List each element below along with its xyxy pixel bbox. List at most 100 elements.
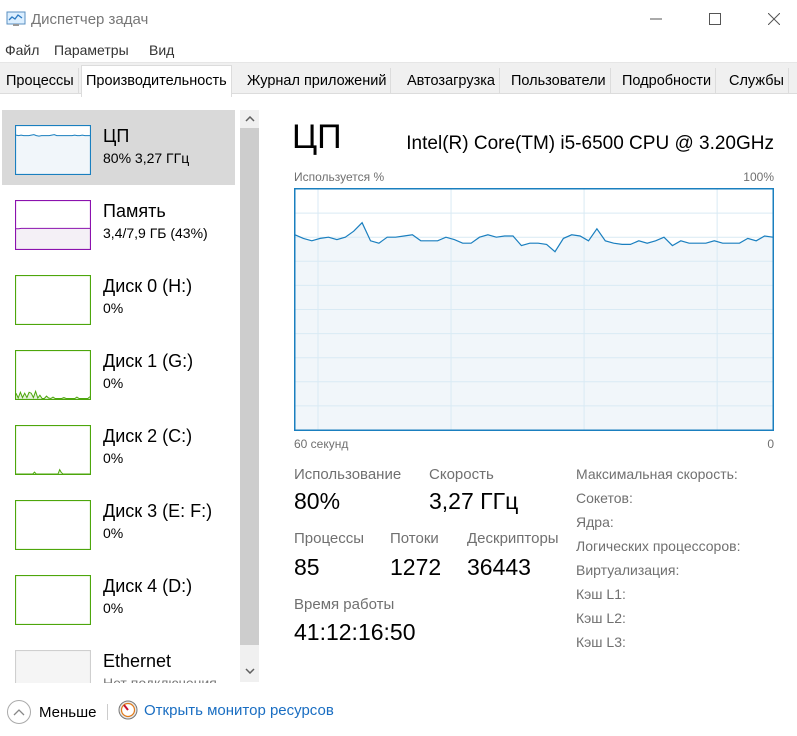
sidebar-scrollbar[interactable] xyxy=(240,110,259,682)
open-resource-monitor-link[interactable]: Открыть монитор ресурсов xyxy=(118,700,334,720)
task-manager-icon xyxy=(6,11,26,26)
sidebar-item-value: 0% xyxy=(103,525,124,541)
fewer-details-label: Меньше xyxy=(39,703,97,721)
mini-graph-bg xyxy=(15,575,91,625)
sidebar-item-value: 80% 3,27 ГГц xyxy=(103,150,190,166)
tab-services[interactable]: Службы xyxy=(725,68,789,94)
mini-graph-bg xyxy=(15,275,91,325)
spec-virtualization: Виртуализация: xyxy=(576,562,680,578)
chart-x-label: 60 секунд xyxy=(294,437,349,451)
disk1-mini-graph xyxy=(15,350,91,400)
speed-value: 3,27 ГГц xyxy=(429,488,519,514)
tab-bar: Процессы Производительность Журнал прило… xyxy=(0,62,797,97)
window-title: Диспетчер задач xyxy=(31,11,149,28)
handles-value: 36443 xyxy=(467,554,531,580)
disk3-mini-graph xyxy=(15,500,91,550)
sidebar-item-disk-4[interactable]: Диск 4 (D:) 0% xyxy=(2,560,235,635)
menu-file[interactable]: Файл xyxy=(5,42,39,58)
spec-cache-l3: Кэш L3: xyxy=(576,634,626,650)
cpu-usage-chart xyxy=(294,188,774,431)
maximize-button[interactable] xyxy=(692,0,738,38)
scroll-up-arrow[interactable] xyxy=(240,110,259,128)
spec-max-speed: Максимальная скорость: xyxy=(576,466,738,482)
sidebar-item-ethernet[interactable]: Ethernet Нет подключения xyxy=(2,635,235,683)
sidebar-item-label: Память xyxy=(103,201,166,221)
tab-processes[interactable]: Процессы xyxy=(2,68,79,94)
footer-divider xyxy=(107,704,108,720)
sidebar-item-disk-1[interactable]: Диск 1 (G:) 0% xyxy=(2,335,235,410)
tab-app-history[interactable]: Журнал приложений xyxy=(243,68,392,94)
chart-y-label: Используется % xyxy=(294,170,385,184)
page-title: ЦП xyxy=(292,118,342,156)
sidebar-item-value: Нет подключения xyxy=(103,675,217,683)
speed-label: Скорость xyxy=(429,466,494,483)
disk0-mini-graph xyxy=(15,275,91,325)
threads-label: Потоки xyxy=(390,530,439,547)
cpu-mini-graph xyxy=(15,125,91,175)
sidebar-item-cpu[interactable]: ЦП 80% 3,27 ГГц xyxy=(2,110,235,185)
spec-sockets: Сокетов: xyxy=(576,490,633,506)
sidebar-item-memory[interactable]: Память 3,4/7,9 ГБ (43%) xyxy=(2,185,235,260)
sidebar-item-label: Диск 0 (H:) xyxy=(103,276,193,296)
mini-graph-bg xyxy=(15,350,91,400)
spec-cores: Ядра: xyxy=(576,514,614,530)
ethernet-mini-graph xyxy=(15,650,91,683)
chevron-down-icon xyxy=(244,668,255,674)
sidebar-item-label: Диск 2 (C:) xyxy=(103,426,193,446)
open-resource-monitor-label: Открыть монитор ресурсов xyxy=(144,701,334,719)
chevron-up-icon xyxy=(244,116,255,122)
resource-sidebar: ЦП 80% 3,27 ГГц Память 3,4/7,9 ГБ (43%) … xyxy=(0,105,240,683)
memory-mini-graph xyxy=(15,200,91,250)
minimize-icon xyxy=(650,18,662,20)
cpu-usage-area xyxy=(295,222,773,430)
uptime-value: 41:12:16:50 xyxy=(294,619,416,645)
menu-options[interactable]: Параметры xyxy=(54,42,129,58)
mini-graph-bg xyxy=(15,500,91,550)
sidebar-item-value: 0% xyxy=(103,375,124,391)
tab-startup[interactable]: Автозагрузка xyxy=(403,68,500,94)
sidebar-item-value: 0% xyxy=(103,600,124,616)
spec-logical-processors: Логических процессоров: xyxy=(576,538,741,554)
sidebar-item-disk-2[interactable]: Диск 2 (C:) 0% xyxy=(2,410,235,485)
usage-value: 80% xyxy=(294,488,341,514)
chevron-up-circle-icon xyxy=(7,700,31,724)
mini-graph-area xyxy=(16,228,90,249)
sidebar-item-label: Диск 4 (D:) xyxy=(103,576,193,596)
mini-graph-area xyxy=(16,134,90,174)
tab-details[interactable]: Подробности xyxy=(618,68,717,94)
chart-y-max-label: 100% xyxy=(743,170,774,184)
scroll-down-arrow[interactable] xyxy=(240,662,259,680)
sidebar-item-label: Диск 3 (E: F:) xyxy=(103,501,213,521)
spec-cache-l1: Кэш L1: xyxy=(576,586,626,602)
tab-users[interactable]: Пользователи xyxy=(507,68,611,94)
threads-value: 1272 xyxy=(390,554,442,580)
cpu-model-name: Intel(R) Core(TM) i5-6500 CPU @ 3.20GHz xyxy=(406,133,774,154)
spec-cache-l2: Кэш L2: xyxy=(576,610,626,626)
sidebar-item-label: ЦП xyxy=(103,126,130,146)
maximize-icon xyxy=(709,13,721,25)
disk4-mini-graph xyxy=(15,575,91,625)
disk2-mini-graph xyxy=(15,425,91,475)
sidebar-item-label: Ethernet xyxy=(103,651,172,671)
close-icon xyxy=(768,13,780,25)
mini-graph-bg xyxy=(15,425,91,475)
resource-monitor-icon xyxy=(118,700,138,720)
minimize-button[interactable] xyxy=(633,0,679,38)
sidebar-item-disk-0[interactable]: Диск 0 (H:) 0% xyxy=(2,260,235,335)
sidebar-item-value: 3,4/7,9 ГБ (43%) xyxy=(103,225,208,241)
cpu-usage-chart-svg xyxy=(294,188,774,431)
fewer-details-button[interactable]: Меньше xyxy=(7,700,96,724)
tab-performance[interactable]: Производительность xyxy=(81,65,232,97)
scrollbar-thumb[interactable] xyxy=(240,128,259,645)
menu-view[interactable]: Вид xyxy=(149,42,174,58)
footer: Меньше Открыть монитор ресурсов xyxy=(0,690,797,736)
title-bar: Диспетчер задач xyxy=(0,0,797,38)
mini-graph-bg xyxy=(15,650,91,683)
sidebar-item-value: 0% xyxy=(103,300,124,316)
processes-label: Процессы xyxy=(294,530,365,547)
chart-x-end-label: 0 xyxy=(767,437,774,451)
handles-label: Дескрипторы xyxy=(467,530,559,547)
sidebar-item-disk-3[interactable]: Диск 3 (E: F:) 0% xyxy=(2,485,235,560)
usage-label: Использование xyxy=(294,466,402,483)
close-button[interactable] xyxy=(751,0,797,38)
